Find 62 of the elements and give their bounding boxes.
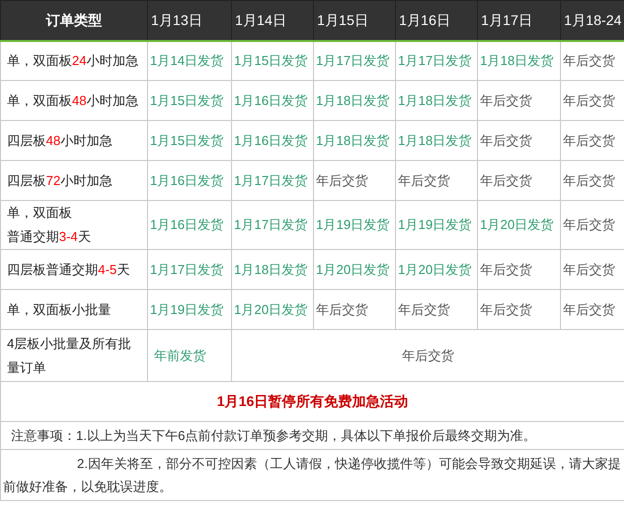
column-header: 1月16日 [399, 12, 450, 28]
table-cell: 年后交货 [563, 53, 615, 68]
table-cell: 年后交货 [398, 172, 450, 188]
column-header: 订单类型 [46, 12, 102, 28]
table-cell: 年后交货 [563, 302, 615, 317]
table-cell: 年后交货 [563, 172, 615, 188]
order-type-label: 单，双面板24小时加急 [7, 52, 138, 68]
table-cell: 年后交货 [316, 172, 368, 188]
table-cell: 年后交货 [563, 92, 615, 108]
table-cell: 1月18日发货 [398, 132, 472, 148]
column-header: 1月17日 [481, 12, 532, 28]
table-cell: 年后交货 [480, 172, 532, 188]
table-cell: 年后交货 [563, 217, 615, 232]
column-header: 1月13日 [151, 12, 202, 28]
table-cell: 1月18日发货 [234, 262, 308, 277]
table-cell: 1月19日发货 [316, 217, 390, 232]
table-cell: 年后交货 [563, 262, 615, 277]
table-cell: 1月14日发货 [150, 53, 224, 68]
table-cell: 1月17日发货 [234, 172, 308, 188]
note-text: 注意事项：1.以上为当天下午6点前付款订单预参考交期，具体以下单报价后最终交期为准。 [11, 428, 536, 443]
table-cell: 1月19日发货 [398, 217, 472, 232]
table-cell: 1月20日发货 [480, 217, 554, 232]
table-cell: 1月16日发货 [234, 132, 308, 148]
table-cell: 1月18日发货 [316, 92, 390, 108]
table-cell: 1月18日发货 [480, 53, 554, 68]
notice-text: 1月16日暂停所有免费加急活动 [216, 392, 408, 408]
order-type-label: 单，双面板小批量 [7, 302, 111, 316]
table-cell: 1月15日发货 [150, 92, 224, 108]
table-cell: 1月19日发货 [150, 302, 224, 317]
table-cell: 1月16日发货 [234, 92, 308, 108]
table-cell: 1月17日发货 [234, 217, 308, 232]
table-cell: 1月17日发货 [398, 53, 472, 68]
table-cell: 1月15日发货 [150, 132, 224, 148]
order-type-label: 四层板普通交期4-5天 [7, 262, 130, 276]
table-cell: 年后交货 [480, 262, 532, 277]
order-type-label: 四层板72小时加急 [7, 172, 112, 188]
table-cell: 1月18日发货 [398, 92, 472, 108]
table-cell: 年后交货 [480, 302, 532, 317]
table-cell-text: 年前发货 [153, 348, 206, 363]
column-header: 1月15日 [317, 12, 368, 28]
order-type-label: 单，双面板48小时加急 [7, 92, 138, 108]
table-cell: 年后交货 [480, 132, 532, 148]
table-cell: 年后交货 [398, 302, 450, 317]
table-cell: 年后交货 [402, 348, 454, 363]
order-type-label: 单，双面板 普通交期3-4天 [7, 205, 91, 244]
table-cell: 1月20日发货 [234, 302, 308, 317]
table-cell: 1月20日发货 [316, 262, 390, 277]
table-cell: 1月16日发货 [150, 217, 224, 232]
table-cell: 1月17日发货 [316, 53, 390, 68]
column-header: 1月18-24 [564, 12, 622, 28]
table-cell: 1月16日发货 [150, 172, 224, 188]
order-type-label: 4层板小批量及所有批量订单 [7, 336, 132, 374]
table-cell: 1月18日发货 [316, 132, 390, 148]
table-cell: 年后交货 [480, 92, 532, 108]
column-header: 1月14日 [235, 12, 286, 28]
table-cell: 1月17日发货 [150, 262, 224, 277]
table-cell: 年后交货 [563, 132, 615, 148]
order-type-label: 四层板48小时加急 [7, 132, 112, 148]
table-cell: 1月20日发货 [398, 262, 472, 277]
table-cell: 年后交货 [316, 302, 368, 317]
table-cell: 1月15日发货 [234, 53, 308, 68]
note-text: 2.因年关将至，部分不可控因素（工人请假，快递停收揽件等）可能会导致交期延误，请大家提前做好准备，以免耽误进度。 [3, 456, 621, 494]
